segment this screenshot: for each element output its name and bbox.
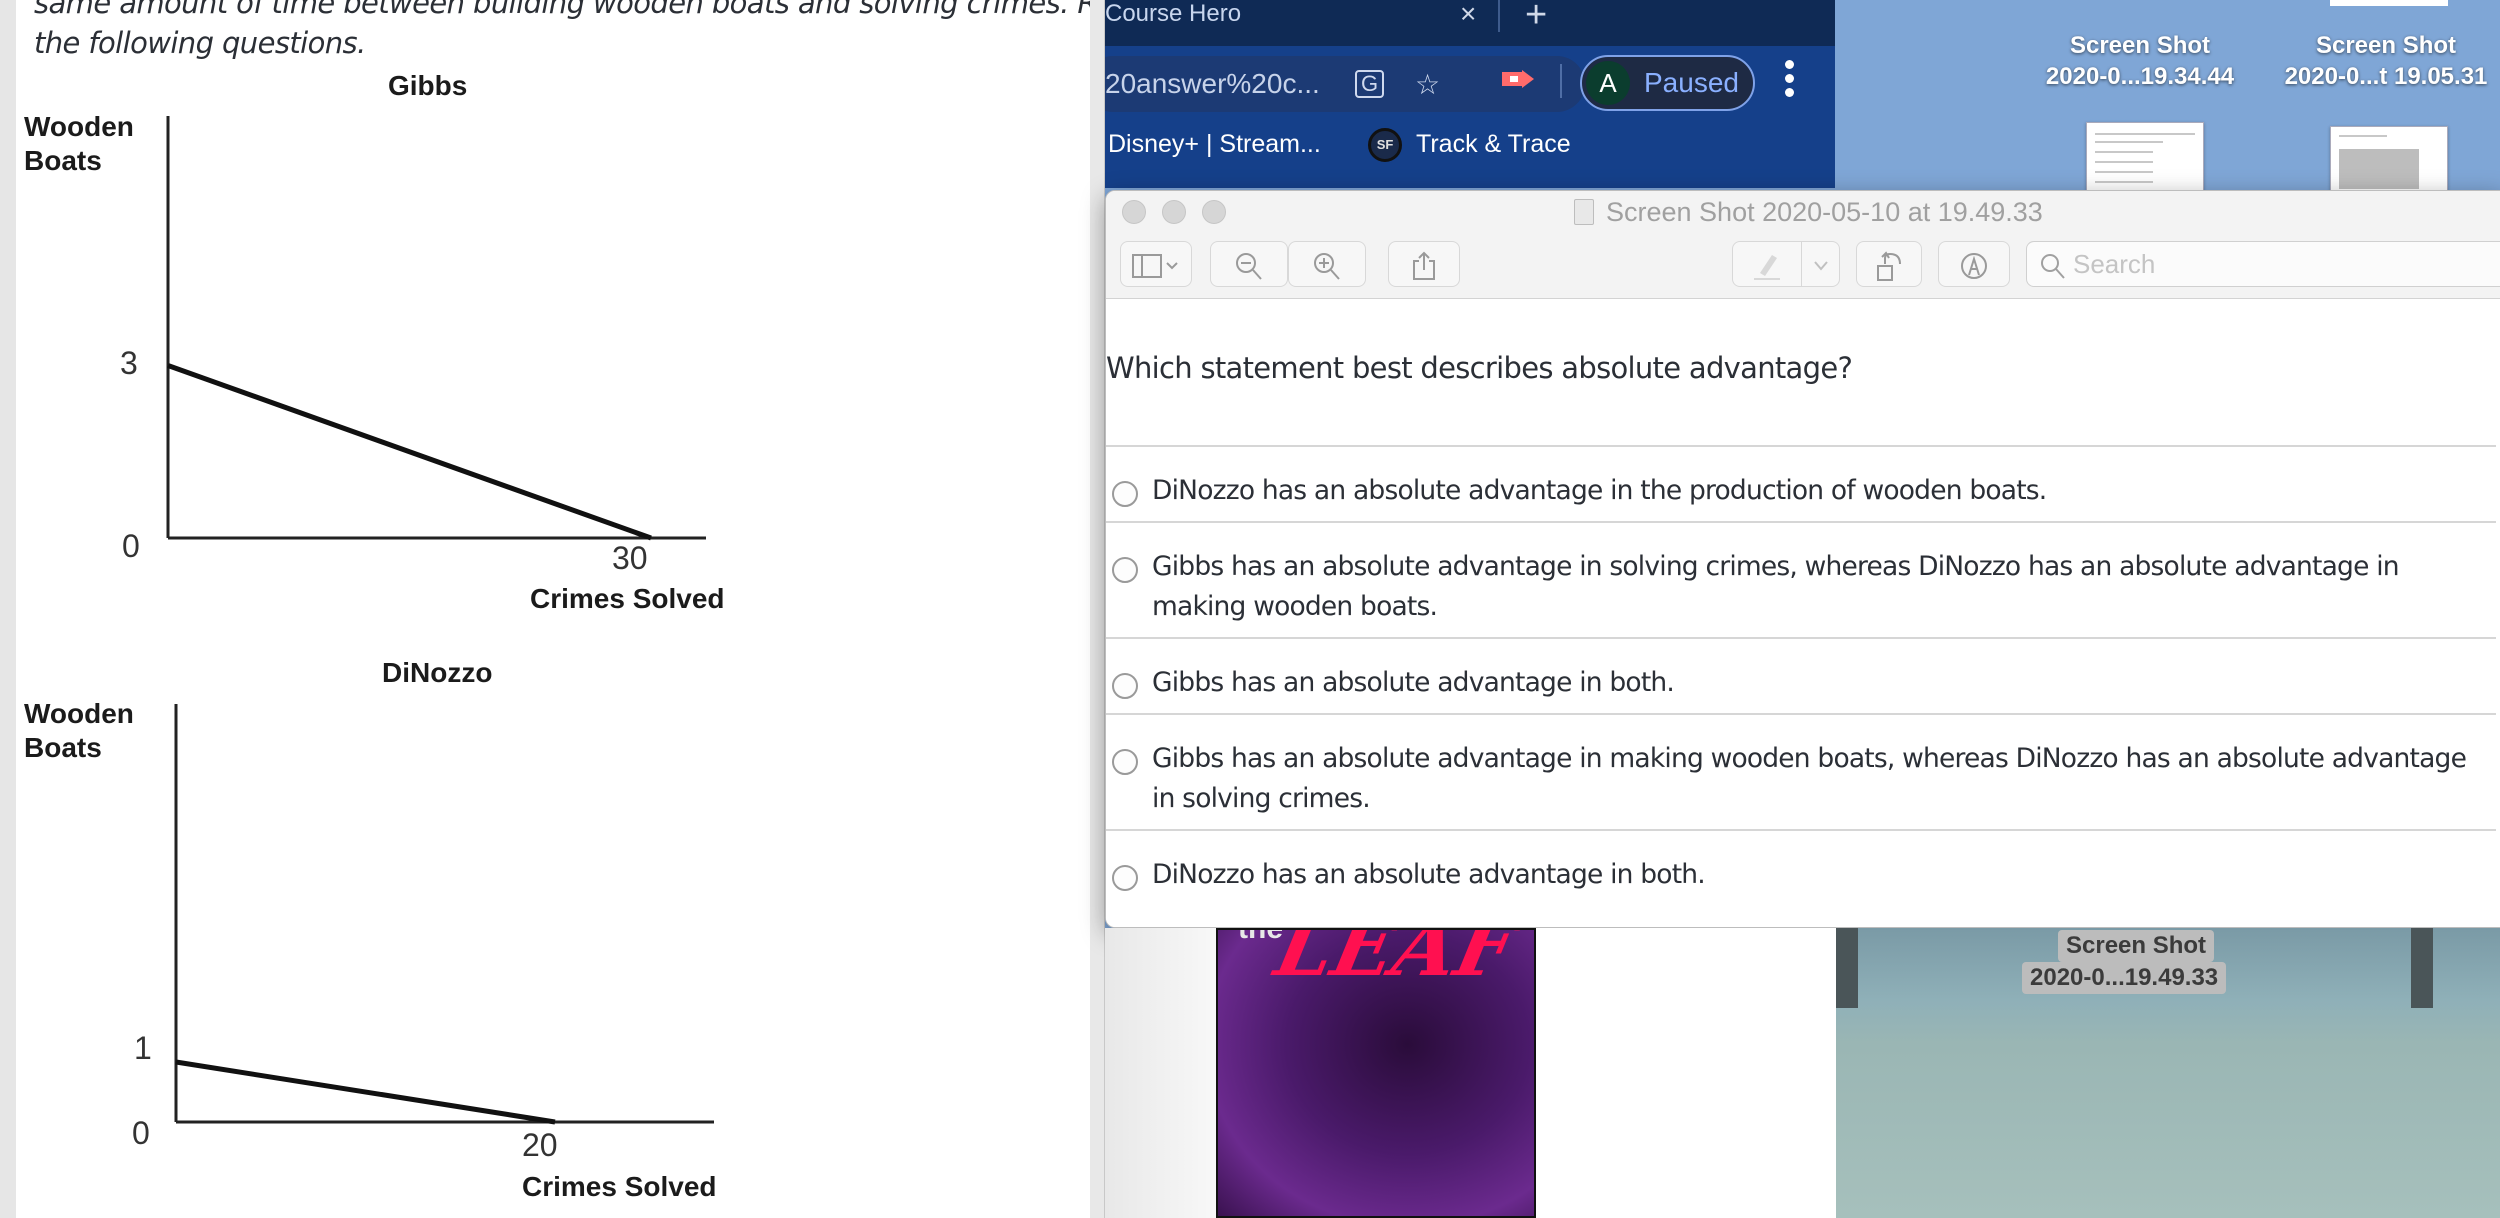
track-trace-favicon: SF <box>1368 128 1402 162</box>
zoom-out-icon <box>1236 253 1262 280</box>
profile-status-label: Paused <box>1644 67 1739 98</box>
tab-strip: Course Hero × + <box>1105 0 1835 46</box>
rotate-icon <box>1877 251 1901 282</box>
new-tab-button[interactable]: + <box>1525 0 1547 37</box>
intro-text-line-1: same amount of time between building woo… <box>34 0 1090 20</box>
ppf-line <box>167 363 652 541</box>
radio-button[interactable] <box>1112 865 1138 891</box>
movie-poster-thumbnail[interactable]: the LEAF <box>1216 928 1536 1218</box>
poster-text-the: the <box>1238 928 1283 945</box>
preview-titlebar: Screen Shot 2020-05-10 at 19.49.33 Searc… <box>1106 191 2500 299</box>
divider <box>1106 521 2496 523</box>
radio-button[interactable] <box>1112 673 1138 699</box>
rotate-button[interactable] <box>1856 241 1922 287</box>
window-title: Screen Shot 2020-05-10 at 19.49.33 <box>1606 197 2043 227</box>
background-window-area <box>1536 928 1836 1218</box>
markup-toolbar-button[interactable] <box>1938 241 2010 287</box>
y-axis-label: Wooden Boats <box>24 110 134 178</box>
desktop-icon-label-line2: 2020-0...19.49.33 <box>2022 962 2227 994</box>
search-icon <box>2041 254 2065 279</box>
share-button[interactable] <box>1388 241 1460 287</box>
profile-paused-button[interactable]: A Paused <box>1580 55 1755 111</box>
search-placeholder: Search <box>2073 249 2156 279</box>
y-axis-label-line2: Boats <box>24 145 102 176</box>
tab-course-hero[interactable]: Course Hero <box>1105 0 1241 28</box>
answer-option-text: DiNozzo has an absolute advantage in bot… <box>1152 859 1706 890</box>
x-tick-max: 20 <box>522 1127 558 1163</box>
desktop-icon-label-line1: Screen Shot <box>2058 930 2215 962</box>
zoom-in-icon <box>1314 253 1340 280</box>
ppf-line <box>175 1059 556 1125</box>
question-text: Which statement best describes absolute … <box>1106 351 1853 385</box>
pen-icon <box>1754 255 1780 281</box>
answer-option-text: Gibbs has an absolute advantage in solvi… <box>1152 551 2400 622</box>
browser-window: Course Hero × + 20answer%20c... G ☆ A Pa… <box>1105 0 1835 188</box>
dinozzo-ppf-plot <box>174 704 714 1125</box>
radio-button[interactable] <box>1112 481 1138 507</box>
chart-title: Gibbs <box>388 70 468 101</box>
answer-option-text: Gibbs has an absolute advantage in both. <box>1152 667 1675 698</box>
share-icon <box>1413 251 1435 281</box>
x-tick-max: 30 <box>612 540 648 576</box>
chevron-down-icon <box>1813 261 1828 271</box>
zoom-window-button[interactable] <box>1202 200 1226 224</box>
sidebar-toggle-button[interactable] <box>1120 241 1192 287</box>
pier-pillar <box>1836 928 1858 1008</box>
markup-dropdown-button[interactable] <box>1802 241 1840 287</box>
x-axis-label: Crimes Solved <box>530 583 725 614</box>
divider <box>1106 445 2496 447</box>
desktop-icon-label: Screen Shot 2020-0...19.34.44 <box>2045 32 2235 90</box>
tab-separator <box>1498 0 1500 32</box>
minimize-window-button[interactable] <box>1162 200 1186 224</box>
markup-icon <box>1961 253 1987 280</box>
origin-label: 0 <box>122 528 140 564</box>
y-axis-label: Wooden Boats <box>24 697 134 765</box>
split-divider[interactable] <box>1090 0 1105 1218</box>
y-axis-label-line1: Wooden <box>24 698 134 729</box>
url-text[interactable]: 20answer%20c... <box>1105 68 1320 100</box>
screenshot-thumbnail <box>2330 126 2448 192</box>
search-field[interactable]: Search <box>2026 241 2500 287</box>
zoom-in-button[interactable] <box>1288 241 1366 287</box>
y-tick-max: 1 <box>134 1030 152 1066</box>
x-axis-label: Crimes Solved <box>522 1171 717 1202</box>
radio-button[interactable] <box>1112 749 1138 775</box>
desktop-wallpaper-sea: Screen Shot 2020-0...19.49.33 <box>1836 928 2500 1218</box>
y-axis-label-line1: Wooden <box>24 111 134 142</box>
sidebar-icon <box>1132 254 1178 279</box>
poster-title: LEAF <box>1268 928 1525 994</box>
desktop-icon-label: Screen Shot 2020-0...t 19.05.31 <box>2284 32 2488 90</box>
close-window-button[interactable] <box>1122 200 1146 224</box>
toolbar-separator <box>1560 64 1562 98</box>
screenshot-thumbnail <box>2086 122 2204 192</box>
bookmark-disney-plus[interactable]: Disney+ | Stream... <box>1108 130 1321 159</box>
answer-option-text: DiNozzo has an absolute advantage in the… <box>1152 475 2047 506</box>
divider <box>1106 713 2496 715</box>
radio-button[interactable] <box>1112 557 1138 583</box>
y-tick-max: 3 <box>120 345 138 381</box>
bookmark-track-trace[interactable]: Track & Trace <box>1416 130 1571 159</box>
preview-document-content: Which statement best describes absolute … <box>1106 299 2500 927</box>
markup-pen-button[interactable] <box>1732 241 1802 287</box>
document-icon <box>1574 199 1594 225</box>
preview-window: Screen Shot 2020-05-10 at 19.49.33 Searc… <box>1105 190 2500 928</box>
background-window-edge <box>1105 928 1216 1218</box>
tab-close-button[interactable]: × <box>1460 0 1476 30</box>
course-page-content: same amount of time between building woo… <box>0 0 1090 1218</box>
browser-menu-icon[interactable] <box>1785 60 1795 97</box>
screen-recorder-extension-icon[interactable] <box>1500 66 1536 92</box>
y-axis-label-line2: Boats <box>24 732 102 763</box>
bookmark-star-icon[interactable]: ☆ <box>1415 68 1440 101</box>
screenshot-thumbnail-top <box>2330 0 2448 6</box>
divider <box>1106 637 2496 639</box>
divider <box>1106 829 2496 831</box>
chart-title: DiNozzo <box>382 657 493 688</box>
translate-icon[interactable]: G <box>1355 70 1385 98</box>
zoom-out-button[interactable] <box>1210 241 1288 287</box>
pier-pillar <box>2411 928 2433 1008</box>
origin-label: 0 <box>132 1115 150 1151</box>
profile-avatar: A <box>1586 61 1630 105</box>
answer-option-text: Gibbs has an absolute advantage in makin… <box>1152 743 2467 814</box>
intro-text-line-2: the following questions. <box>34 26 366 60</box>
